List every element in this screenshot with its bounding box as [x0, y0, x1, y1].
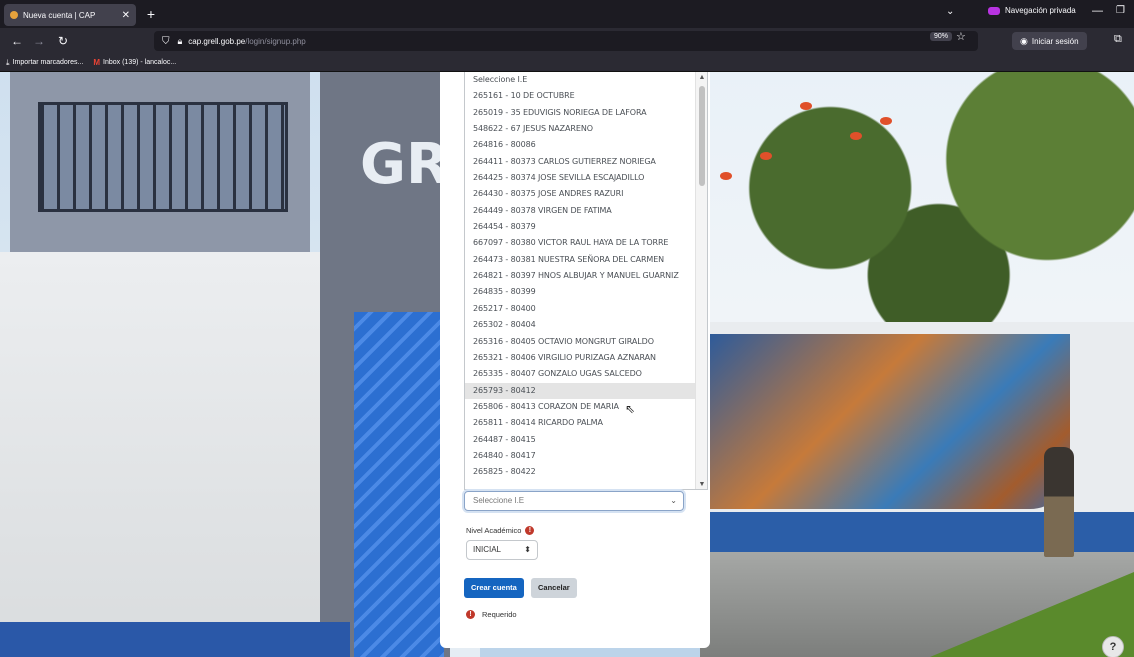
navigation-toolbar: ← → ↻ ⛉ 🔒︎ cap.grell.gob.pe /login/signu…: [0, 28, 1134, 54]
dropdown-option[interactable]: 265019 - 35 EDUVIGIS NORIEGA DE LAFORA: [465, 105, 707, 121]
building-lettering: GR: [360, 132, 450, 197]
dropdown-option[interactable]: 264454 - 80379: [465, 219, 707, 235]
dropdown-option[interactable]: 264487 - 80415: [465, 432, 707, 448]
dropdown-option[interactable]: 265806 - 80413 CORAZON DE MARIA: [465, 399, 707, 415]
nivel-academico-value: INICIAL: [473, 545, 502, 554]
institution-select[interactable]: Seleccione I.E ⌄: [464, 491, 684, 511]
sign-in-label: Iniciar sesión: [1031, 36, 1079, 46]
restore-window-icon[interactable]: ❐: [1116, 5, 1125, 16]
dropdown-option[interactable]: 265793 - 80412: [465, 382, 707, 399]
private-browsing-indicator: Navegación privada: [988, 6, 1076, 15]
chevron-down-icon: ⌄: [670, 496, 677, 505]
background-windows: [38, 102, 288, 212]
close-tab-icon[interactable]: ✕: [122, 10, 130, 21]
account-icon: ◉: [1020, 35, 1028, 46]
list-all-tabs-chevron-icon[interactable]: ⌄: [946, 6, 954, 17]
required-icon: !: [525, 526, 535, 535]
background-pedestrian: [1044, 447, 1074, 557]
required-legend: ! Requerido: [466, 610, 517, 619]
nivel-academico-text: Nivel Académico: [466, 526, 522, 535]
dropdown-option[interactable]: 264411 - 80373 CARLOS GUTIERREZ NORIEGA: [465, 154, 707, 170]
dropdown-option[interactable]: 264821 - 80397 HNOS ALBUJAR Y MANUEL GUA…: [465, 268, 707, 284]
bookmarks-toolbar: ⤓ Importar marcadores... M Inbox (139) -…: [0, 54, 1134, 72]
url-domain: cap.grell.gob.pe: [188, 36, 246, 46]
private-mask-icon: [988, 6, 1000, 15]
dropdown-option[interactable]: 265825 - 80422: [465, 464, 707, 480]
dropdown-option[interactable]: 265811 - 80414 RICARDO PALMA: [465, 415, 707, 431]
dropdown-option[interactable]: 667097 - 80380 VICTOR RAUL HAYA DE LA TO…: [465, 235, 707, 251]
flower: [800, 102, 812, 110]
background-trees: [700, 72, 1134, 362]
flower: [850, 132, 862, 140]
dropdown-option[interactable]: 264473 - 80381 NUESTRA SEÑORA DEL CARMEN: [465, 252, 707, 268]
dropdown-option[interactable]: Seleccione I.E: [465, 72, 707, 88]
dropdown-option[interactable]: 264430 - 80375 JOSE ANDRES RAZURI: [465, 186, 707, 202]
dropdown-option[interactable]: 265316 - 80405 OCTAVIO MONGRUT GIRALDO: [465, 334, 707, 350]
up-down-caret-icon: ⬍: [524, 545, 531, 554]
dropdown-option[interactable]: 264449 - 80378 VIRGEN DE FATIMA: [465, 203, 707, 219]
mouse-cursor-icon: ⇖: [625, 402, 636, 416]
page-viewport: GR Seleccione I.E 265161 - 10 DE OCTUBRE 2…: [0, 72, 1134, 657]
sign-in-button[interactable]: ◉ Iniciar sesión: [1012, 32, 1087, 50]
create-account-button[interactable]: Crear cuenta: [464, 578, 524, 598]
scroll-down-arrow-icon[interactable]: ▼: [696, 481, 707, 488]
dropdown-option[interactable]: 264425 - 80374 JOSE SEVILLA ESCAJADILLO: [465, 170, 707, 186]
bookmark-import[interactable]: ⤓ Importar marcadores...: [6, 58, 83, 68]
dropdown-option[interactable]: 265217 - 80400: [465, 301, 707, 317]
background-blue-gate: [354, 312, 444, 657]
required-icon: !: [466, 610, 475, 619]
browser-tab[interactable]: Nueva cuenta | CAP ✕: [4, 4, 136, 26]
address-bar[interactable]: ⛉ 🔒︎ cap.grell.gob.pe /login/signup.php: [154, 31, 978, 51]
cancel-button[interactable]: Cancelar: [531, 578, 577, 598]
dropdown-option[interactable]: 264840 - 80417: [465, 448, 707, 464]
dropdown-scrollbar[interactable]: ▲ ▼: [695, 72, 707, 489]
tracking-shield-icon[interactable]: ⛉: [162, 36, 170, 47]
forward-arrow-icon[interactable]: →: [30, 32, 48, 50]
private-browsing-label: Navegación privada: [1005, 6, 1076, 15]
signup-form-panel: Seleccione I.E 265161 - 10 DE OCTUBRE 2650…: [440, 72, 710, 648]
import-icon: ⤓: [6, 57, 10, 67]
bookmark-star-icon[interactable]: ☆: [956, 30, 966, 43]
dropdown-option[interactable]: 265161 - 10 DE OCTUBRE: [465, 88, 707, 104]
flower: [720, 172, 732, 180]
background-mural: [710, 334, 1070, 509]
url-path: /login/signup.php: [245, 36, 306, 46]
site-favicon-icon: [10, 11, 18, 19]
minimize-window-icon[interactable]: —: [1092, 5, 1103, 17]
bookmark-label: Inbox (139) - lancaloc...: [103, 59, 177, 66]
flower: [760, 152, 772, 160]
reload-icon[interactable]: ↻: [54, 32, 72, 50]
lock-icon[interactable]: 🔒︎: [178, 36, 183, 47]
bookmark-inbox[interactable]: M Inbox (139) - lancaloc...: [93, 58, 176, 67]
bookmark-label: Importar marcadores...: [12, 59, 84, 66]
new-tab-button[interactable]: +: [142, 4, 160, 24]
tab-title: Nueva cuenta | CAP: [23, 10, 96, 20]
nivel-academico-label: Nivel Académico !: [466, 526, 535, 535]
required-legend-text: Requerido: [482, 610, 517, 619]
institution-select-value: Seleccione I.E: [473, 496, 525, 505]
flower: [880, 117, 892, 125]
background-wall-base: [0, 622, 350, 657]
gmail-icon: M: [93, 58, 101, 67]
scrollbar-thumb[interactable]: [699, 86, 705, 186]
zoom-level-badge[interactable]: 90%: [930, 32, 953, 41]
dropdown-option[interactable]: 265335 - 80407 GONZALO UGAS SALCEDO: [465, 366, 707, 382]
tab-bar: Nueva cuenta | CAP ✕ + ⌄ Navegación priv…: [0, 0, 1134, 28]
institution-dropdown-list[interactable]: Seleccione I.E 265161 - 10 DE OCTUBRE 2650…: [464, 72, 708, 490]
dropdown-option[interactable]: 264816 - 80086: [465, 137, 707, 153]
extensions-icon[interactable]: ⧉: [1114, 33, 1122, 46]
nivel-academico-select[interactable]: INICIAL ⬍: [466, 540, 538, 560]
dropdown-option[interactable]: 264835 - 80399: [465, 284, 707, 300]
help-button[interactable]: ?: [1102, 636, 1124, 657]
dropdown-option[interactable]: 548622 - 67 JESUS NAZARENO: [465, 121, 707, 137]
background-white-wall: [0, 252, 320, 657]
dropdown-option[interactable]: 265302 - 80404: [465, 317, 707, 333]
back-arrow-icon[interactable]: ←: [8, 32, 26, 50]
scroll-up-arrow-icon[interactable]: ▲: [696, 74, 707, 81]
dropdown-option[interactable]: 265321 - 80406 VIRGILIO PURIZAGA AZNARAN: [465, 350, 707, 366]
